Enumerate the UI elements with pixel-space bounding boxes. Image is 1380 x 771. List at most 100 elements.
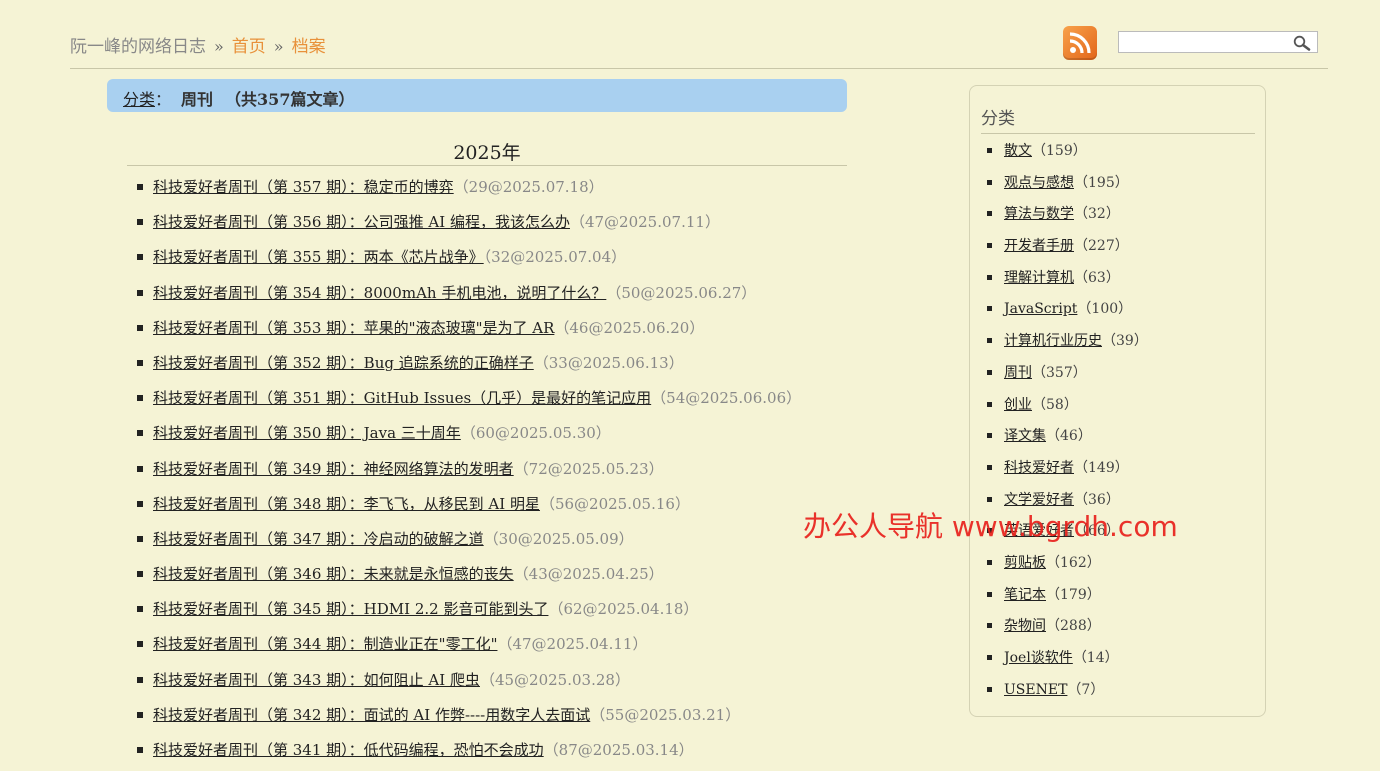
article-meta: （87@2025.03.14） [543, 741, 694, 759]
article-link[interactable]: 科技爱好者周刊（第 347 期）：冷启动的破解之道 [153, 530, 484, 548]
article-meta: （50@2025.06.27） [606, 283, 757, 302]
article-list-item: 科技爱好者周刊（第 353 期）：苹果的"液态玻璃"是为了 AR（46@2025… [128, 314, 928, 349]
category-bar: 分类： 周刊 （共357篇文章） [107, 79, 847, 112]
sidebar-category-link[interactable]: 计算机行业历史 [1004, 333, 1102, 349]
article-list: 科技爱好者周刊（第 357 期）：稳定币的博弈（29@2025.07.18） 科技… [128, 173, 928, 771]
site-header: 阮一峰的网络日志 » 首页 » 档案 [70, 24, 1328, 69]
breadcrumb-home-link[interactable]: 首页 [232, 37, 266, 57]
article-list-item: 科技爱好者周刊（第 356 期）：公司强推 AI 编程，我该怎么办（47@202… [128, 208, 928, 243]
sidebar-category-item: 观点与感想（195） [982, 168, 1148, 200]
sidebar-category-count: （227） [1074, 238, 1129, 255]
article-meta: （72@2025.05.23） [513, 459, 664, 478]
sidebar-category-count: （63） [1074, 269, 1120, 286]
sidebar-category-link[interactable]: USENET [1004, 682, 1067, 698]
sidebar-category-item: 剪贴板（162） [982, 548, 1148, 580]
sidebar-category-link[interactable]: JavaScript [1004, 301, 1077, 317]
article-meta: （32@2025.07.04） [483, 248, 627, 267]
sidebar-category-item: 计算机行业历史（39） [982, 326, 1148, 358]
article-meta: （33@2025.06.13） [533, 353, 684, 372]
article-list-item: 科技爱好者周刊（第 342 期）：面试的 AI 作弊----用数字人去面试（55… [128, 701, 928, 736]
article-meta: （29@2025.07.18） [453, 178, 604, 196]
sidebar: 分类 散文（159） 观点与感想（195） 算法与数学（32） 开发者手册（227）理… [969, 85, 1266, 717]
article-meta: （56@2025.05.16） [539, 494, 690, 513]
sidebar-category-count: （32） [1074, 206, 1120, 223]
sidebar-category-item: 理解计算机（63） [982, 263, 1148, 295]
article-list-item: 科技爱好者周刊（第 355 期）：两本《芯片战争》（32@2025.07.04） [128, 243, 928, 278]
breadcrumb-separator: » [273, 37, 284, 56]
sidebar-category-link[interactable]: 开发者手册 [1004, 238, 1074, 254]
sidebar-category-count: （14） [1072, 650, 1119, 666]
search-icon[interactable] [1293, 35, 1311, 55]
sidebar-category-count: （357） [1032, 364, 1087, 381]
breadcrumb: 阮一峰的网络日志 » 首页 » 档案 [70, 32, 326, 57]
sidebar-category-link[interactable]: 散文 [1004, 143, 1032, 159]
sidebar-category-link[interactable]: 创业 [1004, 397, 1032, 413]
article-link[interactable]: 科技爱好者周刊（第 353 期）：苹果的"液态玻璃"是为了 AR [153, 319, 554, 337]
breadcrumb-archive-link[interactable]: 档案 [292, 37, 326, 57]
article-list-item: 科技爱好者周刊（第 352 期）：Bug 追踪系统的正确样子（33@2025.0… [128, 349, 928, 384]
sidebar-category-count: （58） [1032, 396, 1078, 413]
sidebar-category-link[interactable]: 译文集 [1004, 428, 1046, 444]
article-meta: （54@2025.06.06） [651, 389, 802, 408]
sidebar-category-count: （149） [1074, 459, 1129, 476]
sidebar-category-item: 科技爱好者（149） [982, 453, 1148, 485]
sidebar-category-count: （288） [1046, 618, 1101, 635]
article-link[interactable]: 科技爱好者周刊（第 351 期）：GitHub Issues（几乎）是最好的笔记… [153, 389, 651, 407]
article-list-item: 科技爱好者周刊（第 343 期）：如何阻止 AI 爬虫（45@2025.03.2… [128, 666, 928, 701]
sidebar-category-link[interactable]: Joel谈软件 [1004, 650, 1073, 666]
year-heading: 2025年 [127, 138, 847, 166]
article-list-item: 科技爱好者周刊（第 345 期）：HDMI 2.2 影音可能到头了（62@202… [128, 595, 928, 630]
article-link[interactable]: 科技爱好者周刊（第 341 期）：低代码编程，恐怕不会成功 [153, 741, 544, 759]
rss-icon[interactable] [1063, 26, 1097, 60]
sidebar-category-count: （162） [1046, 554, 1101, 571]
sidebar-category-link[interactable]: 科技爱好者 [1004, 460, 1074, 476]
article-meta: （45@2025.03.28） [479, 670, 630, 689]
article-meta: （47@2025.04.11） [497, 635, 648, 654]
article-meta: （43@2025.04.25） [513, 565, 664, 584]
sidebar-category-link[interactable]: 剪贴板 [1004, 555, 1046, 571]
sidebar-category-item: 算法与数学（32） [982, 199, 1148, 231]
article-link[interactable]: 科技爱好者周刊（第 342 期）：面试的 AI 作弊----用数字人去面试 [153, 706, 590, 724]
article-meta: （46@2025.06.20） [554, 318, 705, 337]
sidebar-category-item: 创业（58） [982, 390, 1148, 422]
sidebar-category-link[interactable]: 观点与感想 [1004, 175, 1074, 191]
article-link[interactable]: 科技爱好者周刊（第 350 期）：Java 三十周年 [153, 424, 461, 442]
article-link[interactable]: 科技爱好者周刊（第 343 期）：如何阻止 AI 爬虫 [153, 671, 480, 689]
article-link[interactable]: 科技爱好者周刊（第 352 期）：Bug 追踪系统的正确样子 [153, 354, 534, 372]
article-meta: （62@2025.04.18） [548, 600, 699, 619]
sidebar-category-count: （179） [1046, 586, 1101, 603]
article-link[interactable]: 科技爱好者周刊（第 348 期）：李飞飞，从移民到 AI 明星 [153, 495, 540, 513]
article-link[interactable]: 科技爱好者周刊（第 354 期）：8000mAh 手机电池，说明了什么？ [153, 284, 606, 302]
search-input[interactable] [1123, 33, 1297, 53]
sidebar-category-item: 散文（159） [982, 136, 1148, 168]
sidebar-category-item: USENET（7） [982, 675, 1148, 707]
article-list-item: 科技爱好者周刊（第 344 期）：制造业正在"零工化"（47@2025.04.1… [128, 630, 928, 665]
watermark-text: 办公人导航 www.bgrdh.com [803, 510, 1178, 543]
article-list-item: 科技爱好者周刊（第 357 期）：稳定币的博弈（29@2025.07.18） [128, 173, 928, 208]
sidebar-category-link[interactable]: 笔记本 [1004, 587, 1046, 603]
article-link[interactable]: 科技爱好者周刊（第 345 期）：HDMI 2.2 影音可能到头了 [153, 600, 548, 618]
sidebar-category-item: 周刊（357） [982, 358, 1148, 390]
category-colon: ： [155, 90, 172, 109]
article-link[interactable]: 科技爱好者周刊（第 344 期）：制造业正在"零工化" [153, 635, 497, 653]
sidebar-title: 分类 [981, 104, 1255, 134]
article-link[interactable]: 科技爱好者周刊（第 346 期）：未来就是永恒感的丧失 [153, 565, 514, 583]
sidebar-category-count: （159） [1032, 143, 1087, 159]
sidebar-category-link[interactable]: 杂物间 [1004, 618, 1046, 634]
category-label-link[interactable]: 分类 [123, 90, 155, 109]
article-list-item: 科技爱好者周刊（第 350 期）：Java 三十周年（60@2025.05.30… [128, 419, 928, 454]
article-link[interactable]: 科技爱好者周刊（第 356 期）：公司强推 AI 编程，我该怎么办 [153, 213, 570, 231]
article-list-item: 科技爱好者周刊（第 349 期）：神经网络算法的发明者（72@2025.05.2… [128, 455, 928, 490]
sidebar-category-count: （7） [1067, 681, 1105, 698]
article-list-item: 科技爱好者周刊（第 351 期）：GitHub Issues（几乎）是最好的笔记… [128, 384, 928, 419]
article-meta: （30@2025.05.09） [483, 529, 634, 548]
sidebar-category-link[interactable]: 周刊 [1004, 365, 1032, 381]
category-list: 散文（159） 观点与感想（195） 算法与数学（32） 开发者手册（227） 理解计算… [982, 136, 1148, 706]
sidebar-category-item: Joel谈软件（14） [982, 643, 1148, 675]
search-box [1118, 31, 1318, 53]
sidebar-category-link[interactable]: 算法与数学 [1004, 206, 1074, 222]
article-link[interactable]: 科技爱好者周刊（第 357 期）：稳定币的博弈 [153, 178, 454, 196]
article-link[interactable]: 科技爱好者周刊（第 349 期）：神经网络算法的发明者 [153, 460, 514, 478]
sidebar-category-link[interactable]: 理解计算机 [1004, 270, 1074, 286]
article-link[interactable]: 科技爱好者周刊（第 355 期）：两本《芯片战争》 [153, 248, 484, 266]
